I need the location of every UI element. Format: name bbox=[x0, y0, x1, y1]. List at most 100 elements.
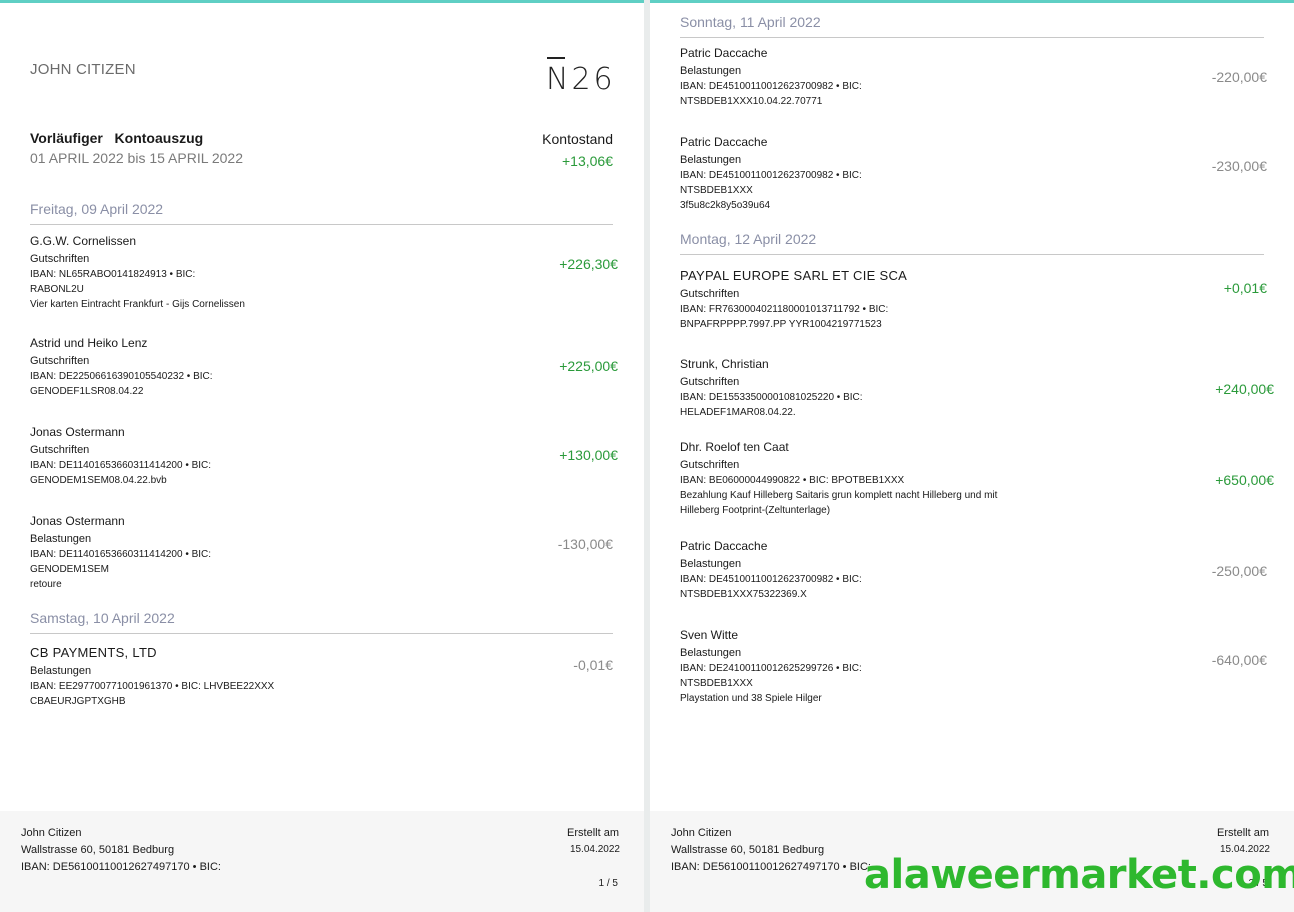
footer-name: John Citizen bbox=[21, 827, 82, 839]
tx-iban: IBAN: DE11401653660311414200 • BIC: bbox=[30, 460, 212, 471]
transaction: CB PAYMENTS, LTD Belastungen IBAN: EE297… bbox=[30, 645, 620, 709]
statement-title: Vorläufiger Kontoauszug bbox=[30, 130, 203, 146]
transaction: G.G.W. Cornelissen Gutschriften IBAN: NL… bbox=[30, 233, 620, 312]
svg-text:N26: N26 bbox=[546, 62, 614, 93]
tx-bic: NTSBDEB1XXX75322369.X bbox=[680, 589, 807, 600]
tx-bic: CBAEURJGPTXGHB bbox=[30, 696, 126, 707]
tx-amount: -640,00€ bbox=[1211, 652, 1267, 668]
tx-type: Gutschriften bbox=[30, 444, 90, 456]
statement-period: 01 APRIL 2022 bis 15 APRIL 2022 bbox=[30, 150, 244, 166]
tx-bic: BNPAFRPPPP.7997.PP YYR1004219771523 bbox=[680, 319, 882, 330]
tx-name: CB PAYMENTS, LTD bbox=[30, 645, 157, 660]
account-owner: JOHN CITIZEN bbox=[30, 61, 136, 78]
tx-bic: GENODEM1SEM08.04.22.bvb bbox=[30, 475, 167, 486]
transaction: Patric Daccache Belastungen IBAN: DE4510… bbox=[680, 134, 1270, 213]
transaction: Strunk, Christian Gutschriften IBAN: DE1… bbox=[680, 356, 1274, 420]
tx-type: Gutschriften bbox=[680, 288, 740, 300]
footer-created-label: Erstellt am bbox=[1217, 827, 1269, 839]
tx-iban: IBAN: BE06000044990822 • BIC: BPOTBEB1XX… bbox=[680, 475, 905, 486]
tx-amount: -230,00€ bbox=[1211, 158, 1267, 174]
tx-name: Jonas Ostermann bbox=[30, 425, 125, 439]
tx-amount: +225,00€ bbox=[559, 358, 618, 374]
statement-title-b: Kontoauszug bbox=[114, 130, 204, 146]
page-footer: John Citizen Wallstrasse 60, 50181 Bedbu… bbox=[0, 811, 644, 912]
tx-amount: +0,01€ bbox=[1223, 280, 1267, 296]
tx-amount: +650,00€ bbox=[1215, 472, 1274, 488]
tx-name: Astrid und Heiko Lenz bbox=[30, 336, 148, 350]
tx-name: Patric Daccache bbox=[680, 46, 768, 60]
balance-label: Kontostand bbox=[542, 131, 613, 147]
n26-logo-icon: N26 bbox=[546, 57, 614, 97]
footer-iban: IBAN: DE56100110012627497170 • BIC: bbox=[21, 861, 221, 873]
tx-type: Gutschriften bbox=[30, 355, 90, 367]
tx-reference: 3f5u8c2k8y5o39u64 bbox=[680, 200, 771, 211]
tx-bic: GENODEM1SEM bbox=[30, 564, 109, 575]
tx-amount: +226,30€ bbox=[559, 256, 618, 272]
tx-name: Patric Daccache bbox=[680, 539, 768, 553]
transaction: Jonas Ostermann Gutschriften IBAN: DE114… bbox=[30, 424, 620, 488]
footer-created-label: Erstellt am bbox=[567, 827, 619, 839]
tx-type: Belastungen bbox=[680, 154, 742, 166]
tx-iban: IBAN: EE297700771001961370 • BIC: LHVBEE… bbox=[30, 681, 275, 692]
transaction: Patric Daccache Belastungen IBAN: DE4510… bbox=[680, 538, 1270, 602]
footer-address: Wallstrasse 60, 50181 Bedburg bbox=[21, 844, 175, 856]
tx-reference: retoure bbox=[30, 579, 62, 590]
tx-bic: NTSBDEB1XXX bbox=[680, 678, 753, 689]
tx-type: Gutschriften bbox=[680, 459, 740, 471]
day-header: Sonntag, 11 April 2022 bbox=[680, 14, 1264, 38]
statement-title-a: Vorläufiger bbox=[30, 130, 103, 146]
watermark-text: alaweermarket.com bbox=[864, 852, 1294, 898]
tx-iban: IBAN: DE45100110012623700982 • BIC: bbox=[680, 170, 862, 181]
footer-name: John Citizen bbox=[671, 827, 732, 839]
tx-amount: -130,00€ bbox=[557, 536, 613, 552]
tx-bic: NTSBDEB1XXX10.04.22.70771 bbox=[680, 96, 823, 107]
n26-logo: N26 bbox=[546, 55, 614, 98]
transaction: Sven Witte Belastungen IBAN: DE241001100… bbox=[680, 627, 1270, 706]
tx-bic: NTSBDEB1XXX bbox=[680, 185, 753, 196]
statement-page-1: JOHN CITIZEN N26 Vorläufiger Kontoauszug… bbox=[0, 0, 644, 912]
tx-name: Dhr. Roelof ten Caat bbox=[680, 440, 789, 454]
tx-name: G.G.W. Cornelissen bbox=[30, 234, 137, 248]
tx-iban: IBAN: NL65RABO0141824913 • BIC: bbox=[30, 269, 196, 280]
footer-address: Wallstrasse 60, 50181 Bedburg bbox=[671, 844, 825, 856]
tx-type: Belastungen bbox=[680, 558, 742, 570]
transaction: Astrid und Heiko Lenz Gutschriften IBAN:… bbox=[30, 335, 620, 399]
tx-type: Belastungen bbox=[680, 647, 742, 659]
footer-iban: IBAN: DE56100110012627497170 • BIC: bbox=[671, 861, 871, 873]
tx-type: Belastungen bbox=[680, 65, 742, 77]
tx-amount: +240,00€ bbox=[1215, 381, 1274, 397]
tx-name: Sven Witte bbox=[680, 628, 739, 642]
day-header: Freitag, 09 April 2022 bbox=[30, 201, 613, 225]
tx-iban: IBAN: DE15533500001081025220 • BIC: bbox=[680, 392, 863, 403]
tx-name: Strunk, Christian bbox=[680, 357, 769, 371]
tx-amount: -0,01€ bbox=[573, 657, 613, 673]
day-header: Samstag, 10 April 2022 bbox=[30, 610, 613, 634]
tx-bic: RABONL2U bbox=[30, 284, 84, 295]
tx-reference: Vier karten Eintracht Frankfurt - Gijs C… bbox=[30, 299, 245, 310]
tx-iban: IBAN: DE45100110012623700982 • BIC: bbox=[680, 81, 862, 92]
tx-type: Belastungen bbox=[30, 533, 92, 545]
footer-created-date: 15.04.2022 bbox=[569, 844, 620, 855]
statement-page-2: Sonntag, 11 April 2022 Patric Daccache B… bbox=[650, 0, 1294, 912]
page-number: 1 / 5 bbox=[598, 878, 618, 889]
tx-bic: HELADEF1MAR08.04.22. bbox=[680, 407, 796, 418]
tx-type: Gutschriften bbox=[30, 253, 90, 265]
tx-iban: IBAN: DE24100110012625299726 • BIC: bbox=[680, 663, 862, 674]
tx-reference: Playstation und 38 Spiele Hilger bbox=[680, 693, 822, 704]
tx-bic: Bezahlung Kauf Hilleberg Saitaris grun k… bbox=[680, 490, 998, 501]
tx-name: Jonas Ostermann bbox=[30, 514, 125, 528]
tx-type: Belastungen bbox=[30, 665, 92, 677]
tx-amount: +130,00€ bbox=[559, 447, 618, 463]
tx-iban: IBAN: DE11401653660311414200 • BIC: bbox=[30, 549, 212, 560]
tx-bic: GENODEF1LSR08.04.22 bbox=[30, 386, 144, 397]
transaction: Jonas Ostermann Belastungen IBAN: DE1140… bbox=[30, 513, 620, 592]
tx-iban: IBAN: DE45100110012623700982 • BIC: bbox=[680, 574, 862, 585]
transaction: PAYPAL EUROPE SARL ET CIE SCA Gutschrift… bbox=[680, 268, 1270, 332]
tx-amount: -250,00€ bbox=[1211, 563, 1267, 579]
balance-value: +13,06€ bbox=[562, 153, 613, 169]
transaction: Patric Daccache Belastungen IBAN: DE4510… bbox=[680, 45, 1270, 109]
tx-name: PAYPAL EUROPE SARL ET CIE SCA bbox=[680, 268, 908, 283]
day-header: Montag, 12 April 2022 bbox=[680, 231, 1264, 255]
transaction: Dhr. Roelof ten Caat Gutschriften IBAN: … bbox=[680, 439, 1274, 518]
tx-name: Patric Daccache bbox=[680, 135, 768, 149]
